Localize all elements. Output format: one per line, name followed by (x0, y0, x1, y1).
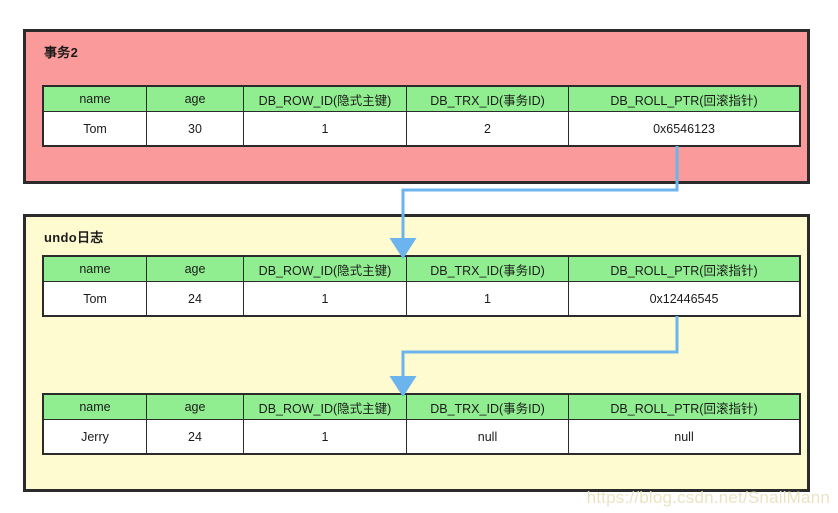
diagram-canvas: 事务2 undo日志 name age DB_ROW_ID(隐式主键) DB_T… (0, 0, 838, 513)
column-header-db-roll-ptr: DB_ROLL_PTR(回滚指针) (568, 393, 801, 420)
column-header-db-roll-ptr: DB_ROLL_PTR(回滚指针) (568, 85, 801, 112)
column-header-age: age (146, 255, 244, 282)
cell-db-row-id: 1 (243, 281, 407, 317)
cell-name: Jerry (42, 419, 147, 455)
table-row: Tom 24 1 1 0x12446545 (42, 281, 801, 317)
table-header-row: name age DB_ROW_ID(隐式主键) DB_TRX_ID(事务ID)… (42, 393, 801, 420)
cell-age: 24 (146, 281, 244, 317)
table-row: Tom 30 1 2 0x6546123 (42, 111, 801, 147)
column-header-age: age (146, 393, 244, 420)
cell-db-trx-id: null (406, 419, 569, 455)
record-table-txn2: name age DB_ROW_ID(隐式主键) DB_TRX_ID(事务ID)… (42, 85, 801, 147)
table-row: Jerry 24 1 null null (42, 419, 801, 455)
column-header-db-trx-id: DB_TRX_ID(事务ID) (406, 393, 569, 420)
transaction-group-title: 事务2 (44, 45, 79, 60)
cell-db-row-id: 1 (243, 111, 407, 147)
watermark-text: https://blog.csdn.net/SnailMann (586, 488, 830, 507)
column-header-age: age (146, 85, 244, 112)
record-table-undo-jerry: name age DB_ROW_ID(隐式主键) DB_TRX_ID(事务ID)… (42, 393, 801, 455)
cell-db-roll-ptr: null (568, 419, 801, 455)
column-header-db-row-id: DB_ROW_ID(隐式主键) (243, 393, 407, 420)
cell-name: Tom (42, 281, 147, 317)
cell-age: 30 (146, 111, 244, 147)
column-header-db-trx-id: DB_TRX_ID(事务ID) (406, 255, 569, 282)
column-header-name: name (42, 393, 147, 420)
column-header-name: name (42, 85, 147, 112)
undo-log-group-title: undo日志 (44, 230, 104, 245)
table-header-row: name age DB_ROW_ID(隐式主键) DB_TRX_ID(事务ID)… (42, 255, 801, 282)
cell-name: Tom (42, 111, 147, 147)
record-table-undo-tom: name age DB_ROW_ID(隐式主键) DB_TRX_ID(事务ID)… (42, 255, 801, 317)
cell-db-row-id: 1 (243, 419, 407, 455)
column-header-db-trx-id: DB_TRX_ID(事务ID) (406, 85, 569, 112)
column-header-db-row-id: DB_ROW_ID(隐式主键) (243, 85, 407, 112)
cell-db-trx-id: 2 (406, 111, 569, 147)
column-header-db-roll-ptr: DB_ROLL_PTR(回滚指针) (568, 255, 801, 282)
cell-db-roll-ptr: 0x6546123 (568, 111, 801, 147)
cell-db-trx-id: 1 (406, 281, 569, 317)
column-header-name: name (42, 255, 147, 282)
cell-age: 24 (146, 419, 244, 455)
cell-db-roll-ptr: 0x12446545 (568, 281, 801, 317)
column-header-db-row-id: DB_ROW_ID(隐式主键) (243, 255, 407, 282)
table-header-row: name age DB_ROW_ID(隐式主键) DB_TRX_ID(事务ID)… (42, 85, 801, 112)
